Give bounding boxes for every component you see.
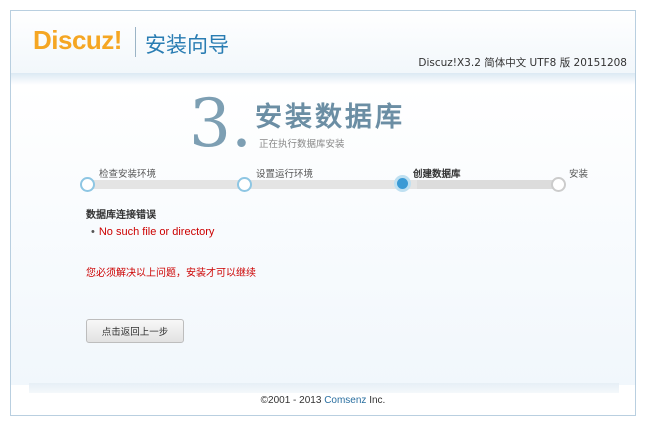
step-number: 3.	[189, 85, 252, 162]
discuz-logo: Discuz!	[33, 25, 122, 55]
header-stripe	[11, 73, 635, 85]
step-dot-check-env	[80, 177, 95, 192]
error-message: No such file or directory	[98, 226, 215, 238]
copyright-text: ©2001 - 2013	[260, 395, 325, 406]
header: Discuz! 安装向导 Discuz!X3.2 简体中文 UTF8 版 201…	[11, 11, 635, 74]
footer-band	[29, 383, 619, 393]
step-label-setup-env: 设置运行环境	[256, 169, 314, 180]
copyright-suffix: Inc.	[366, 395, 386, 406]
back-button[interactable]: 点击返回上一步	[86, 319, 184, 343]
version-info: Discuz!X3.2 简体中文 UTF8 版 20151208	[418, 57, 627, 69]
header-title: 安装向导	[145, 33, 229, 57]
step-title: 安装数据库	[255, 102, 405, 133]
bullet-icon: •	[91, 226, 95, 238]
footer: ©2001 - 2013 Comsenz Inc.	[11, 395, 635, 406]
step-label-install: 安装	[569, 169, 589, 180]
step-label-check-env: 检查安装环境	[99, 169, 157, 180]
must-fix-notice: 您必须解决以上问题，安装才可以继续	[86, 268, 256, 279]
comsenz-link[interactable]: Comsenz	[324, 395, 366, 406]
logo-divider	[135, 27, 136, 57]
step-subtitle: 正在执行数据库安装	[259, 139, 345, 150]
progress-track	[87, 180, 559, 189]
step-label-create-db: 创建数据库	[413, 169, 461, 180]
step-dot-setup-env	[237, 177, 252, 192]
progress-fill	[87, 180, 417, 189]
step-dot-install	[551, 177, 566, 192]
error-title: 数据库连接错误	[86, 210, 156, 221]
installer-window: Discuz! 安装向导 Discuz!X3.2 简体中文 UTF8 版 201…	[10, 10, 636, 416]
error-item: • No such file or directory	[91, 226, 214, 238]
step-dot-create-db	[394, 175, 411, 192]
